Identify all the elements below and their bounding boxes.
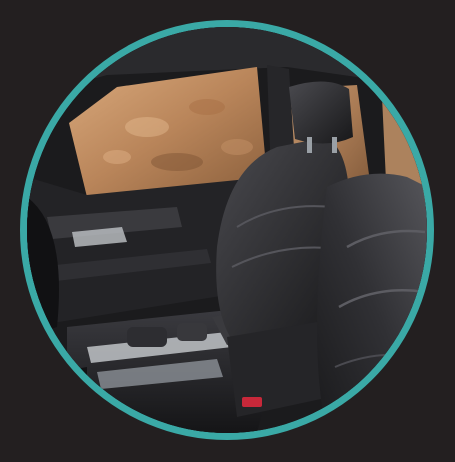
image-canvas [0, 0, 455, 462]
car-interior-illustration [27, 27, 427, 433]
circular-photo [20, 20, 434, 440]
